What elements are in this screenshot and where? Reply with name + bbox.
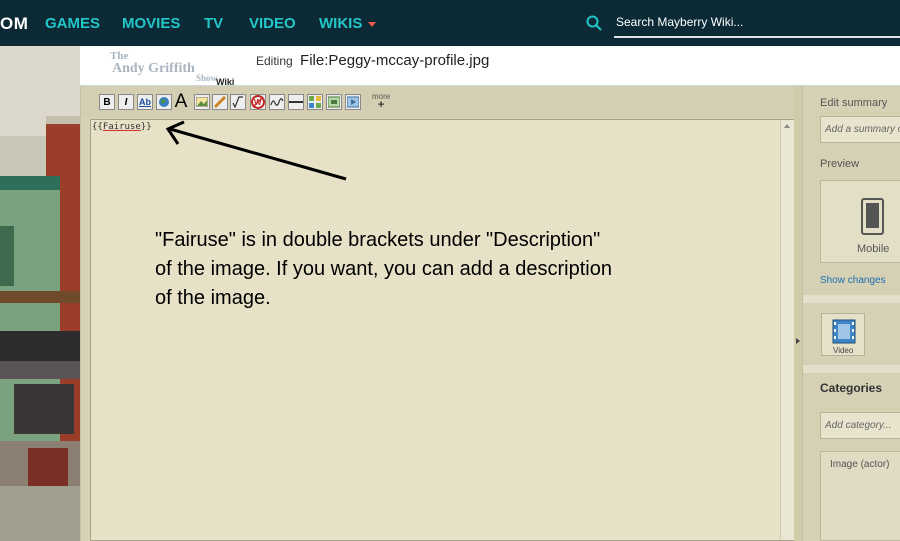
svg-text:Andy Griffith: Andy Griffith bbox=[112, 61, 195, 76]
template-name: Fairuse bbox=[102, 122, 141, 132]
pencil-icon[interactable] bbox=[212, 94, 228, 110]
annotation-line-2: of the image. If you want, you can add a… bbox=[155, 258, 612, 280]
show-changes-link[interactable]: Show changes bbox=[820, 275, 886, 286]
file-title: File:Peggy-mccay-profile.jpg bbox=[300, 52, 490, 69]
nav-item-wikis[interactable]: WIKIS bbox=[319, 15, 377, 32]
nav-item-movies[interactable]: MOVIES bbox=[122, 15, 180, 32]
mobile-label: Mobile bbox=[857, 243, 890, 255]
chevron-right-icon bbox=[796, 338, 800, 344]
background-image bbox=[0, 46, 80, 541]
category-list: Image (actor) bbox=[820, 451, 900, 541]
nav-item-tv[interactable]: TV bbox=[204, 15, 223, 32]
town-street-illustration bbox=[0, 46, 80, 541]
nav-item-wikis-label: WIKIS bbox=[319, 15, 363, 32]
phone-icon bbox=[861, 198, 884, 235]
plus-icon: + bbox=[377, 99, 385, 111]
image-icon[interactable] bbox=[194, 94, 210, 110]
mobile-preview-button[interactable]: Mobile bbox=[820, 180, 900, 263]
add-category-input[interactable]: Add category... bbox=[820, 412, 900, 439]
site-brand[interactable]: OM bbox=[0, 14, 28, 34]
nav-item-games[interactable]: GAMES bbox=[45, 15, 100, 32]
editing-prefix: Editing bbox=[256, 54, 293, 68]
rail-divider bbox=[803, 295, 900, 303]
search-input[interactable]: Search Mayberry Wiki... bbox=[614, 8, 900, 38]
editor-toolbar: B I Ab A W more + bbox=[81, 86, 803, 118]
edit-summary-placeholder: Add a summary o bbox=[825, 124, 900, 135]
open-brace: {{ bbox=[92, 122, 103, 132]
no-wiki-icon[interactable]: W bbox=[250, 94, 266, 110]
close-brace: }} bbox=[140, 122, 152, 132]
video-insert-icon[interactable] bbox=[345, 94, 361, 110]
editor-content: {{Fairuse}} bbox=[92, 122, 152, 132]
video-label: Video bbox=[833, 346, 854, 355]
globe-icon[interactable] bbox=[156, 94, 172, 110]
rail-divider bbox=[803, 365, 900, 373]
italic-button[interactable]: I bbox=[118, 94, 134, 110]
annotation-line-1: "Fairuse" is in double brackets under "D… bbox=[155, 229, 601, 251]
chevron-down-icon bbox=[368, 21, 377, 27]
categories-title: Categories bbox=[820, 381, 883, 395]
page-title: Editing File:Peggy-mccay-profile.jpg bbox=[256, 52, 489, 69]
edit-summary-input[interactable]: Add a summary o bbox=[820, 116, 900, 143]
top-navigation-bar: OM GAMES MOVIES TV VIDEO WIKIS Search Ma… bbox=[0, 0, 900, 46]
bold-button[interactable]: B bbox=[99, 94, 115, 110]
rail-toggle[interactable] bbox=[794, 86, 802, 541]
editor-header: The Andy Griffith Show Wiki Editing File… bbox=[80, 46, 900, 86]
category-item[interactable]: Image (actor) bbox=[830, 459, 889, 470]
slideshow-icon[interactable] bbox=[326, 94, 342, 110]
gallery-icon[interactable] bbox=[307, 94, 323, 110]
preview-label: Preview bbox=[820, 158, 860, 170]
scroll-up-icon[interactable] bbox=[784, 124, 790, 128]
internal-link-button[interactable]: Ab bbox=[137, 94, 153, 110]
editor-scrollbar[interactable] bbox=[780, 120, 794, 540]
right-rail: Edit summary Add a summary o Preview Mob… bbox=[802, 86, 900, 541]
annotation-line-3: of the image. bbox=[155, 287, 271, 309]
film-strip-icon bbox=[832, 319, 856, 344]
add-category-placeholder: Add category... bbox=[825, 420, 892, 431]
wiki-logo[interactable]: The Andy Griffith Show Wiki bbox=[108, 48, 240, 86]
annotation-text: "Fairuse" is in double brackets under "D… bbox=[155, 226, 775, 313]
more-tools-button[interactable]: more + bbox=[372, 93, 390, 111]
signature-icon[interactable] bbox=[269, 94, 285, 110]
heading-button[interactable]: A bbox=[173, 91, 189, 112]
search-icon[interactable] bbox=[586, 15, 602, 31]
horizontal-line-icon[interactable] bbox=[288, 94, 304, 110]
nav-item-video[interactable]: VIDEO bbox=[249, 15, 296, 32]
annotation-arrow bbox=[165, 120, 347, 181]
math-formula-icon[interactable] bbox=[230, 94, 246, 110]
add-video-button[interactable]: Video bbox=[821, 313, 865, 356]
edit-summary-label: Edit summary bbox=[820, 97, 888, 109]
svg-text:Show: Show bbox=[196, 73, 218, 83]
search-placeholder: Search Mayberry Wiki... bbox=[616, 15, 744, 29]
